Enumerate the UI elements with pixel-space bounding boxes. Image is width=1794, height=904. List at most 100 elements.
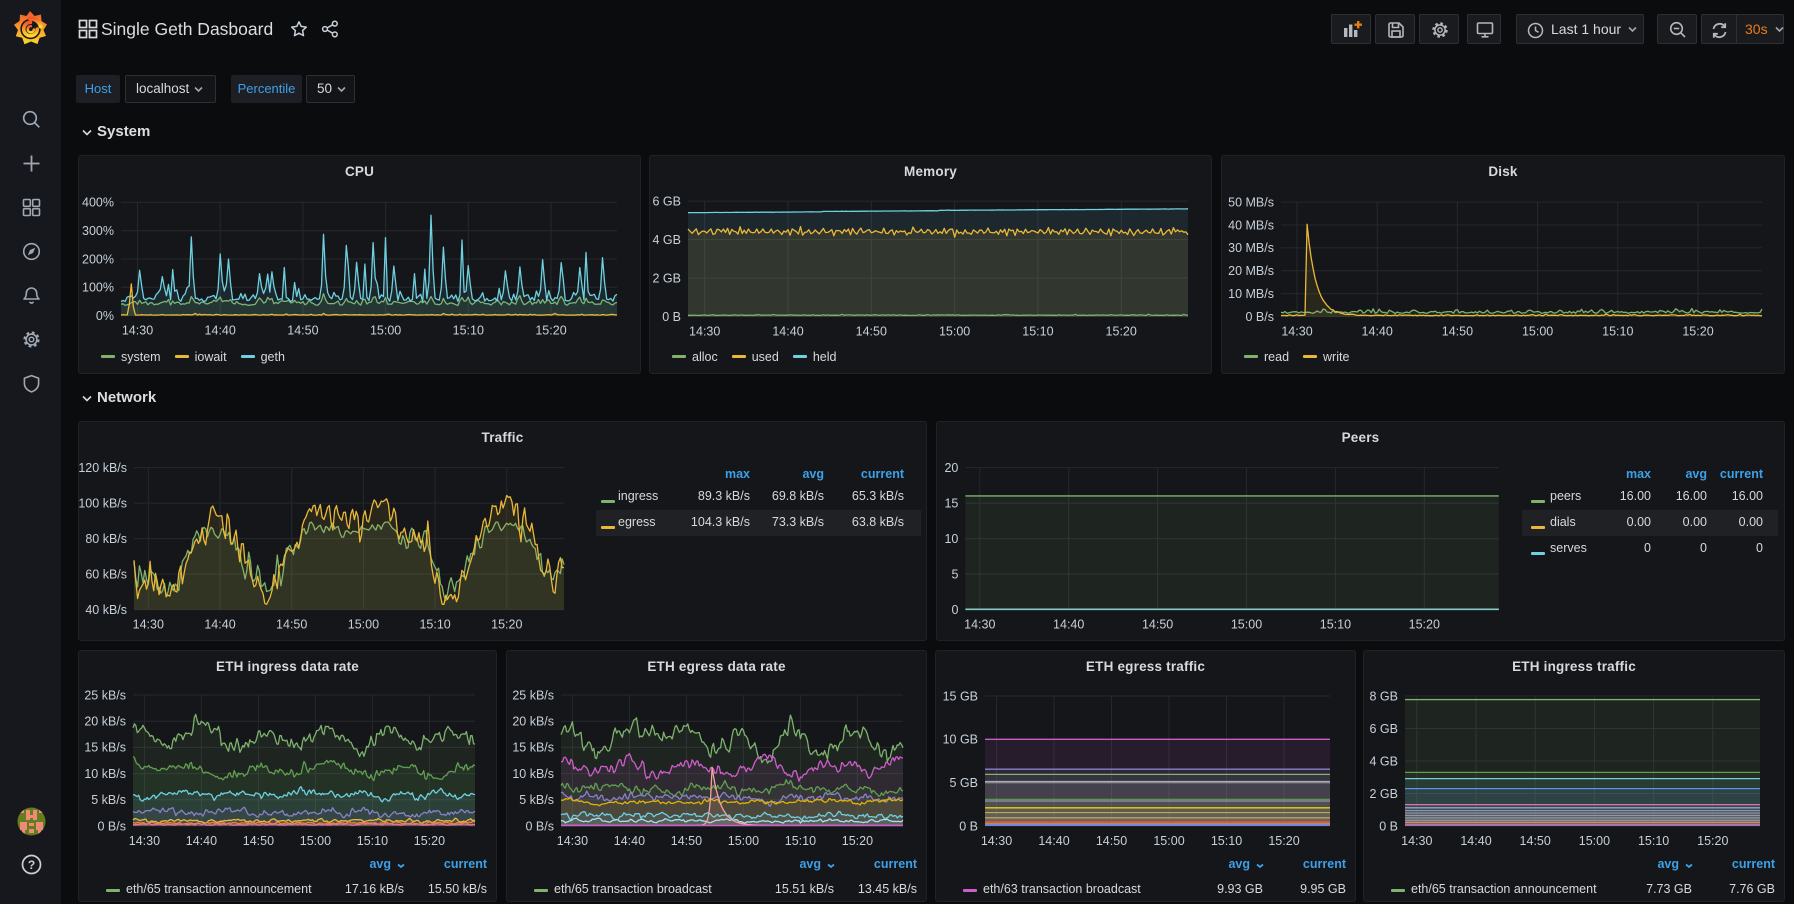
- svg-text:80 kB/s: 80 kB/s: [85, 532, 127, 546]
- svg-text:14:40: 14:40: [1053, 618, 1084, 632]
- svg-text:15:00: 15:00: [300, 834, 331, 848]
- svg-text:15:00: 15:00: [370, 324, 401, 338]
- svg-text:60 kB/s: 60 kB/s: [85, 567, 127, 581]
- svg-text:20 kB/s: 20 kB/s: [512, 715, 554, 729]
- svg-text:25 kB/s: 25 kB/s: [512, 688, 554, 702]
- svg-text:15 kB/s: 15 kB/s: [84, 741, 126, 755]
- svg-text:20 kB/s: 20 kB/s: [84, 715, 126, 729]
- svg-text:5 kB/s: 5 kB/s: [519, 793, 554, 807]
- svg-text:14:50: 14:50: [1520, 834, 1551, 848]
- svg-text:14:50: 14:50: [1442, 325, 1473, 339]
- svg-text:14:30: 14:30: [557, 834, 588, 848]
- svg-text:14:50: 14:50: [1142, 618, 1173, 632]
- svg-text:2 GB: 2 GB: [1370, 787, 1399, 801]
- svg-text:15:00: 15:00: [1579, 834, 1610, 848]
- svg-text:400%: 400%: [82, 196, 114, 210]
- svg-text:20: 20: [944, 461, 958, 475]
- svg-text:14:40: 14:40: [205, 324, 236, 338]
- svg-text:?: ?: [28, 858, 35, 872]
- svg-text:15:10: 15:10: [1638, 834, 1669, 848]
- svg-text:10 GB: 10 GB: [943, 733, 978, 747]
- svg-text:14:50: 14:50: [276, 618, 307, 632]
- svg-text:0 B/s: 0 B/s: [1246, 310, 1275, 324]
- svg-text:0 B: 0 B: [662, 310, 681, 324]
- svg-text:14:40: 14:40: [1460, 834, 1491, 848]
- svg-text:15:20: 15:20: [842, 834, 873, 848]
- svg-text:15:10: 15:10: [419, 618, 450, 632]
- svg-text:14:30: 14:30: [964, 618, 995, 632]
- svg-text:14:40: 14:40: [614, 834, 645, 848]
- svg-text:15:10: 15:10: [357, 834, 388, 848]
- svg-text:0 B: 0 B: [1379, 819, 1398, 833]
- svg-text:5 GB: 5 GB: [950, 776, 979, 790]
- svg-text:14:30: 14:30: [981, 834, 1012, 848]
- svg-text:15:20: 15:20: [491, 618, 522, 632]
- svg-text:6 GB: 6 GB: [653, 194, 682, 208]
- svg-text:14:50: 14:50: [1096, 834, 1127, 848]
- svg-text:50 MB/s: 50 MB/s: [1228, 195, 1274, 209]
- svg-text:0 B: 0 B: [959, 819, 978, 833]
- svg-text:120 kB/s: 120 kB/s: [79, 461, 127, 475]
- svg-text:4 GB: 4 GB: [1370, 754, 1399, 768]
- svg-text:15:10: 15:10: [1211, 834, 1242, 848]
- svg-text:5 kB/s: 5 kB/s: [91, 793, 126, 807]
- svg-text:25 kB/s: 25 kB/s: [84, 688, 126, 702]
- svg-text:14:40: 14:40: [204, 618, 235, 632]
- svg-text:15:10: 15:10: [1022, 325, 1053, 339]
- svg-text:0: 0: [951, 603, 958, 617]
- svg-text:300%: 300%: [82, 224, 114, 238]
- svg-text:14:50: 14:50: [287, 324, 318, 338]
- svg-text:15:00: 15:00: [348, 618, 379, 632]
- svg-text:15 kB/s: 15 kB/s: [512, 741, 554, 755]
- svg-text:10 MB/s: 10 MB/s: [1228, 287, 1274, 301]
- svg-text:8 GB: 8 GB: [1370, 689, 1399, 703]
- svg-text:15:00: 15:00: [728, 834, 759, 848]
- svg-text:14:30: 14:30: [129, 834, 160, 848]
- svg-text:14:40: 14:40: [1362, 325, 1393, 339]
- svg-text:14:50: 14:50: [856, 325, 887, 339]
- svg-text:14:30: 14:30: [689, 325, 720, 339]
- svg-text:14:30: 14:30: [1401, 834, 1432, 848]
- svg-text:14:30: 14:30: [122, 324, 153, 338]
- svg-text:15:20: 15:20: [1409, 618, 1440, 632]
- svg-text:15:10: 15:10: [1602, 325, 1633, 339]
- svg-text:40 kB/s: 40 kB/s: [85, 603, 127, 617]
- svg-text:15:20: 15:20: [1106, 325, 1137, 339]
- svg-text:15:00: 15:00: [1231, 618, 1262, 632]
- svg-text:15:20: 15:20: [414, 834, 445, 848]
- svg-text:0 B/s: 0 B/s: [98, 819, 127, 833]
- svg-text:14:40: 14:40: [1038, 834, 1069, 848]
- svg-text:15:00: 15:00: [939, 325, 970, 339]
- svg-text:200%: 200%: [82, 252, 114, 266]
- svg-text:10 kB/s: 10 kB/s: [84, 767, 126, 781]
- svg-text:15:10: 15:10: [1320, 618, 1351, 632]
- svg-text:15:00: 15:00: [1153, 834, 1184, 848]
- svg-text:15:20: 15:20: [1697, 834, 1728, 848]
- svg-text:6 GB: 6 GB: [1370, 722, 1399, 736]
- svg-text:15:10: 15:10: [785, 834, 816, 848]
- svg-text:2 GB: 2 GB: [653, 271, 682, 285]
- svg-text:5: 5: [951, 567, 958, 581]
- svg-text:14:50: 14:50: [671, 834, 702, 848]
- svg-text:40 MB/s: 40 MB/s: [1228, 218, 1274, 232]
- svg-text:14:40: 14:40: [772, 325, 803, 339]
- svg-text:10: 10: [944, 532, 958, 546]
- svg-text:100 kB/s: 100 kB/s: [79, 496, 127, 510]
- svg-text:15:20: 15:20: [1268, 834, 1299, 848]
- svg-text:14:50: 14:50: [243, 834, 274, 848]
- svg-text:15:10: 15:10: [453, 324, 484, 338]
- svg-text:4 GB: 4 GB: [653, 233, 682, 247]
- svg-text:30 MB/s: 30 MB/s: [1228, 241, 1274, 255]
- svg-text:0%: 0%: [96, 309, 114, 323]
- svg-text:100%: 100%: [82, 281, 114, 295]
- svg-text:20 MB/s: 20 MB/s: [1228, 264, 1274, 278]
- svg-text:15: 15: [944, 496, 958, 510]
- svg-text:15:00: 15:00: [1522, 325, 1553, 339]
- svg-text:15 GB: 15 GB: [943, 689, 978, 703]
- svg-text:10 kB/s: 10 kB/s: [512, 767, 554, 781]
- svg-text:15:20: 15:20: [1682, 325, 1713, 339]
- svg-text:0 B/s: 0 B/s: [526, 819, 555, 833]
- svg-text:14:40: 14:40: [186, 834, 217, 848]
- svg-text:14:30: 14:30: [1281, 325, 1312, 339]
- svg-text:15:20: 15:20: [535, 324, 566, 338]
